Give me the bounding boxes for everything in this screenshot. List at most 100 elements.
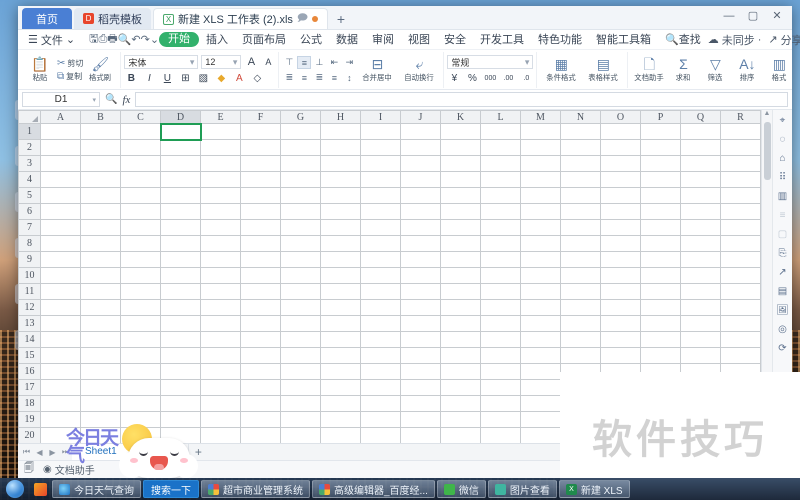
cell-N1[interactable]: [560, 123, 601, 140]
row-header-20[interactable]: 20: [18, 427, 41, 443]
cell-L18[interactable]: [480, 395, 521, 412]
bold-button[interactable]: B: [124, 71, 138, 85]
cell-R4[interactable]: [720, 171, 761, 188]
cell-D10[interactable]: [160, 267, 201, 284]
align-middle-button[interactable]: ≡: [297, 56, 312, 69]
cell-G8[interactable]: [280, 235, 321, 252]
close-button[interactable]: ✕: [766, 7, 788, 25]
cell-L3[interactable]: [480, 155, 521, 172]
paste-button[interactable]: 📋 粘贴: [23, 52, 57, 88]
cell-G20[interactable]: [280, 427, 321, 443]
justify-button[interactable]: ≡: [327, 71, 341, 84]
cell-J13[interactable]: [400, 315, 441, 332]
cell-M8[interactable]: [520, 235, 561, 252]
cell-Q6[interactable]: [680, 203, 721, 220]
cell-P1[interactable]: [640, 123, 681, 140]
sync-status-button[interactable]: ☁ 未同步 ·: [708, 32, 762, 48]
cell-Q13[interactable]: [680, 315, 721, 332]
cell-E3[interactable]: [200, 155, 241, 172]
active-cell-D1[interactable]: [159, 122, 202, 141]
cell-N4[interactable]: [560, 171, 601, 188]
cell-M15[interactable]: [520, 347, 561, 364]
doc-assistant-status[interactable]: ◉ 文档助手: [43, 462, 95, 477]
ribbon-tab-data[interactable]: 数据: [329, 30, 365, 50]
cell-F4[interactable]: [240, 171, 281, 188]
add-sheet-button[interactable]: +: [189, 445, 207, 459]
row-header-3[interactable]: 3: [18, 155, 41, 172]
decrease-indent-button[interactable]: ⇤: [327, 56, 341, 69]
taskbar-item-weather[interactable]: 今日天气查询: [52, 480, 141, 498]
column-header-Q[interactable]: Q: [680, 110, 721, 124]
row-header-7[interactable]: 7: [18, 219, 41, 236]
export-icon[interactable]: ↗: [776, 265, 790, 279]
cell-L19[interactable]: [480, 411, 521, 428]
cell-I8[interactable]: [360, 235, 401, 252]
row-header-8[interactable]: 8: [18, 235, 41, 252]
cell-B2[interactable]: [80, 139, 121, 156]
image-icon[interactable]: 🖼: [776, 303, 790, 317]
cell-K17[interactable]: [440, 379, 481, 396]
increase-font-size-button[interactable]: A: [244, 55, 258, 69]
cell-L4[interactable]: [480, 171, 521, 188]
cell-style-button[interactable]: ▧: [196, 71, 210, 85]
cell-O13[interactable]: [600, 315, 641, 332]
cell-D7[interactable]: [160, 219, 201, 236]
cell-M20[interactable]: [520, 427, 561, 443]
cell-R3[interactable]: [720, 155, 761, 172]
cell-D6[interactable]: [160, 203, 201, 220]
name-box[interactable]: D1 ▾: [22, 92, 100, 107]
zoom-search-icon[interactable]: 🔍: [105, 94, 117, 105]
cell-C12[interactable]: [120, 299, 161, 316]
cell-L6[interactable]: [480, 203, 521, 220]
cell-J12[interactable]: [400, 299, 441, 316]
cell-O9[interactable]: [600, 251, 641, 268]
number-format-select[interactable]: 常规 ▾: [447, 55, 534, 69]
cell-C8[interactable]: [120, 235, 161, 252]
cell-O1[interactable]: [600, 123, 641, 140]
print-preview2-icon[interactable]: 🔍: [118, 31, 132, 48]
cell-R6[interactable]: [720, 203, 761, 220]
cell-B1[interactable]: [80, 123, 121, 140]
cell-M19[interactable]: [520, 411, 561, 428]
cell-Q2[interactable]: [680, 139, 721, 156]
cell-N2[interactable]: [560, 139, 601, 156]
cell-K15[interactable]: [440, 347, 481, 364]
cell-G18[interactable]: [280, 395, 321, 412]
cell-M7[interactable]: [520, 219, 561, 236]
cell-L7[interactable]: [480, 219, 521, 236]
cell-M5[interactable]: [520, 187, 561, 204]
cell-E16[interactable]: [200, 363, 241, 380]
column-header-A[interactable]: A: [40, 110, 81, 124]
grid-apps-icon[interactable]: ⠿: [776, 170, 790, 184]
cell-O8[interactable]: [600, 235, 641, 252]
cell-J1[interactable]: [400, 123, 441, 140]
cell-Q8[interactable]: [680, 235, 721, 252]
cell-Q1[interactable]: [680, 123, 721, 140]
cell-J6[interactable]: [400, 203, 441, 220]
cell-H15[interactable]: [320, 347, 361, 364]
cell-P7[interactable]: [640, 219, 681, 236]
ribbon-tab-formula[interactable]: 公式: [293, 30, 329, 50]
cell-E20[interactable]: [200, 427, 241, 443]
cell-I10[interactable]: [360, 267, 401, 284]
tab-workbook-file[interactable]: X 新建 XLS 工作表 (2).xls 🗩: [153, 8, 329, 29]
column-header-F[interactable]: F: [240, 110, 281, 124]
cell-F12[interactable]: [240, 299, 281, 316]
cell-F19[interactable]: [240, 411, 281, 428]
cell-A12[interactable]: [40, 299, 81, 316]
cell-B15[interactable]: [80, 347, 121, 364]
cell-A16[interactable]: [40, 363, 81, 380]
cell-C15[interactable]: [120, 347, 161, 364]
cell-C7[interactable]: [120, 219, 161, 236]
cell-E2[interactable]: [200, 139, 241, 156]
cell-F17[interactable]: [240, 379, 281, 396]
row-header-15[interactable]: 15: [18, 347, 41, 364]
cell-I15[interactable]: [360, 347, 401, 364]
cell-L11[interactable]: [480, 283, 521, 300]
column-header-K[interactable]: K: [440, 110, 481, 124]
cell-A1[interactable]: [40, 123, 81, 140]
cell-A10[interactable]: [40, 267, 81, 284]
cell-R2[interactable]: [720, 139, 761, 156]
cell-D17[interactable]: [160, 379, 201, 396]
cell-J15[interactable]: [400, 347, 441, 364]
